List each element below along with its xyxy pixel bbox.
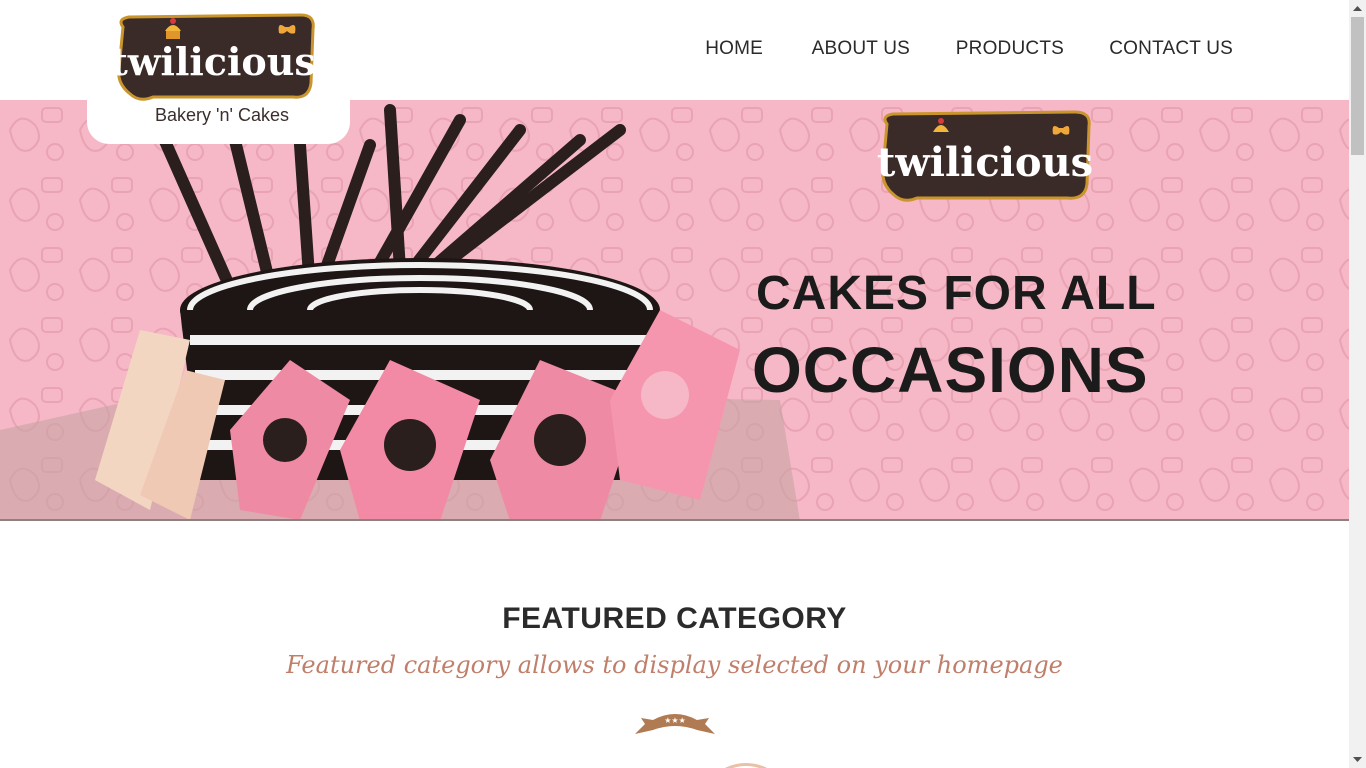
nav-about-link[interactable]: ABOUT US xyxy=(812,38,910,60)
decorative-arc xyxy=(725,763,767,768)
logo-badge: twilicious xyxy=(113,13,316,101)
hero-headline-line1: CAKES FOR ALL xyxy=(756,267,1157,320)
site-logo[interactable]: twilicious Bakery 'n' Cakes xyxy=(87,0,350,144)
page: HOME ABOUT US PRODUCTS CONTACT US twilic… xyxy=(0,0,1349,768)
vertical-scrollbar[interactable] xyxy=(1349,0,1366,768)
logo-wordmark: twilicious xyxy=(113,39,316,84)
hero-brand-badge: twilicious xyxy=(877,110,1093,202)
hero-banner: twilicious CAKES FOR ALL OCCASIONS xyxy=(0,100,1349,521)
ribbon-stars-icon: ★★★ xyxy=(635,714,715,734)
striped-chocolate-cake-image xyxy=(0,104,800,521)
hero-brand-wordmark: twilicious xyxy=(877,139,1093,186)
hero-divider xyxy=(0,519,1349,521)
featured-category-subtitle: Featured category allows to display sele… xyxy=(286,651,1063,679)
scroll-up-arrow-icon[interactable] xyxy=(1349,0,1366,17)
scroll-down-arrow-icon[interactable] xyxy=(1349,751,1366,768)
scrollbar-thumb[interactable] xyxy=(1351,17,1364,155)
nav-products-link[interactable]: PRODUCTS xyxy=(956,38,1064,60)
main-nav: HOME ABOUT US PRODUCTS CONTACT US xyxy=(649,38,1349,64)
hero-headline-line2: OCCASIONS xyxy=(752,334,1149,406)
logo-tagline: Bakery 'n' Cakes xyxy=(155,105,289,125)
featured-category-title: FEATURED CATEGORY xyxy=(502,602,847,635)
svg-text:★★★: ★★★ xyxy=(664,716,686,725)
nav-home-link[interactable]: HOME xyxy=(705,38,763,60)
nav-contact-link[interactable]: CONTACT US xyxy=(1109,38,1233,60)
